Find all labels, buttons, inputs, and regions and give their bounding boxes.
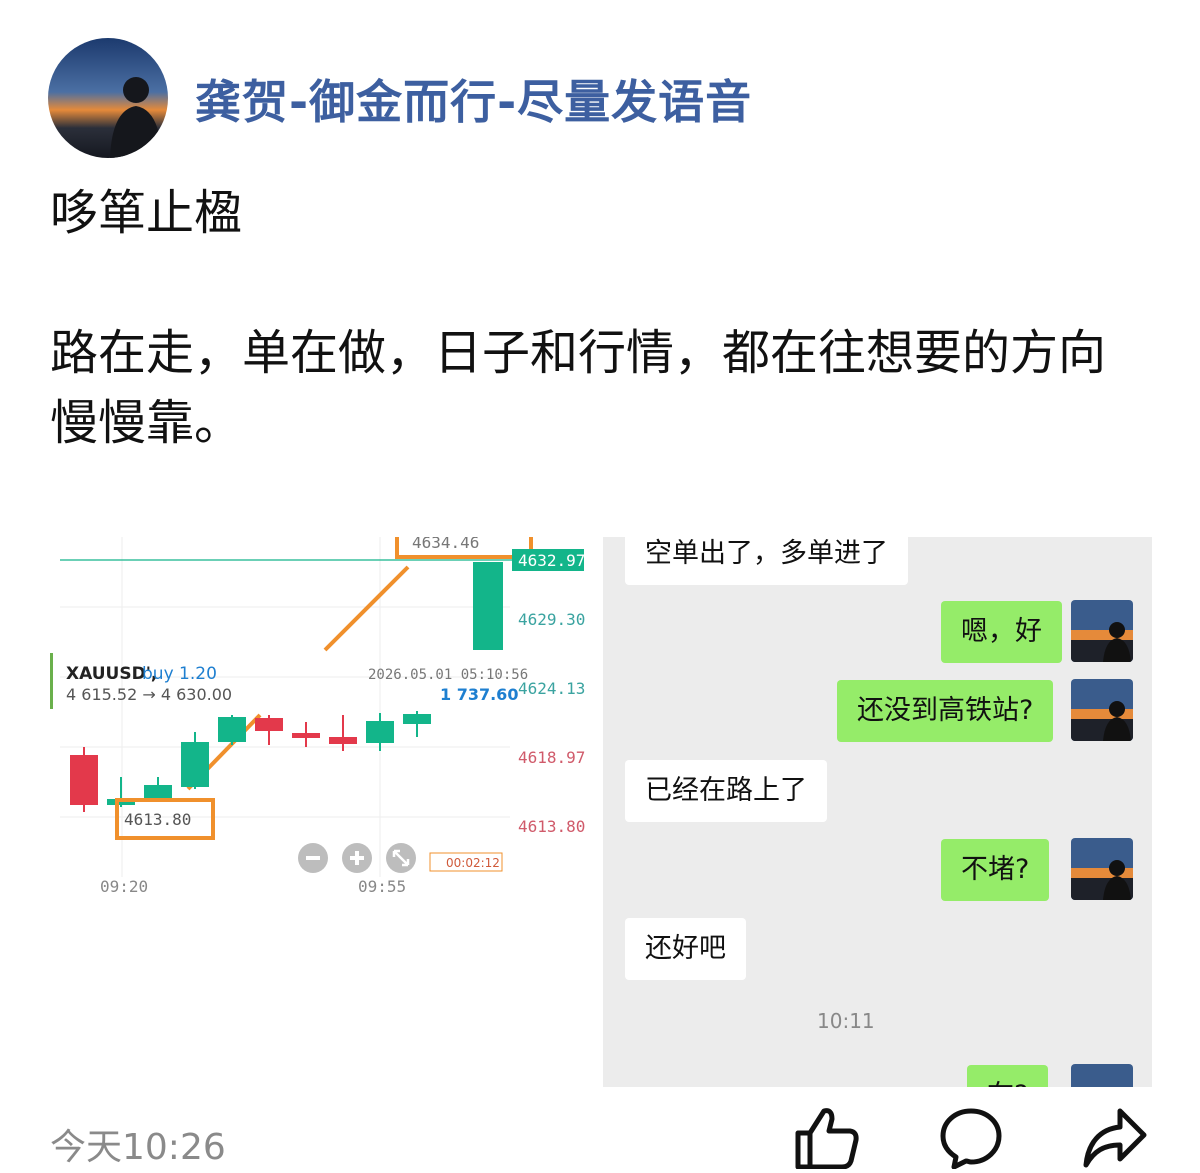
comment-button[interactable]	[938, 1105, 1004, 1170]
zoom-in-button[interactable]	[342, 843, 372, 873]
chat-bubble-received: 空单出了，多单进了	[625, 537, 908, 585]
side-label: buy 1.20	[142, 664, 217, 684]
candle-body	[403, 714, 431, 724]
price-axis-label: 4624.13	[518, 679, 585, 698]
share-icon	[1083, 1108, 1147, 1168]
chat-bubble-sent: 还没到高铁站?	[837, 680, 1054, 742]
candle-body	[70, 755, 98, 805]
trading-chart-image[interactable]: 4634.46 4632.97 XAUUSD', buy 1.20 2026.0…	[50, 537, 595, 1087]
post-title: 哆箪止楹	[50, 185, 243, 241]
share-button[interactable]	[1082, 1105, 1148, 1169]
chat-timestamp: 10:11	[817, 1009, 875, 1033]
chat-avatar	[1071, 1064, 1133, 1087]
candle-body	[181, 742, 209, 787]
chat-avatar	[1071, 679, 1133, 741]
chat-bubble-sent: 不堵?	[941, 839, 1050, 901]
top-price-label: 4634.46	[412, 537, 479, 552]
chat-bubble-received: 已经在路上了	[625, 760, 827, 822]
candle-body	[366, 721, 394, 743]
candle-body	[144, 785, 172, 799]
time-axis-label: 09:20	[100, 877, 148, 896]
candle-body	[292, 733, 320, 738]
price-change-label: 4 615.52 → 4 630.00	[66, 685, 232, 704]
chat-screenshot-image[interactable]: 空单出了，多单进了 嗯，好 还没到高铁站? 已经在路上了 不堵? 还好吧 10:…	[603, 537, 1152, 1087]
candle-body	[218, 717, 246, 742]
chat-bubble-sent: 嗯，好	[941, 601, 1062, 663]
author-name[interactable]: 龚贺-御金而行-尽量发语音	[195, 66, 752, 132]
comment-icon	[940, 1108, 1002, 1170]
like-button[interactable]	[794, 1105, 860, 1170]
price-axis-label: 4613.80	[518, 817, 585, 836]
price-axis-label: 4618.97	[518, 748, 585, 767]
profit-label: 1 737.60	[440, 685, 518, 704]
low-price-label: 4613.80	[124, 810, 191, 829]
zoom-out-button[interactable]	[298, 843, 328, 873]
current-price-label: 4632.97	[518, 551, 585, 570]
thumbs-up-icon	[795, 1108, 859, 1170]
post-time: 今天10:26	[50, 1127, 226, 1168]
timer-label: 00:02:12	[446, 856, 500, 870]
time-axis-label: 09:55	[358, 877, 406, 896]
chat-bubble-received: 还好吧	[625, 918, 746, 980]
candle-body	[255, 718, 283, 731]
candle-body	[329, 737, 357, 744]
fullscreen-button[interactable]	[386, 843, 416, 873]
author-avatar[interactable]	[48, 38, 168, 158]
chat-avatar	[1071, 838, 1133, 900]
datetime-label: 2026.05.01 05:10:56	[368, 667, 528, 683]
chat-avatar	[1071, 600, 1133, 662]
post-body: 路在走，单在做，日子和行情，都在往想要的方向慢慢靠。	[50, 325, 1107, 451]
chat-bubble-sent: 在?	[967, 1065, 1049, 1087]
price-axis-label: 4629.30	[518, 610, 585, 629]
